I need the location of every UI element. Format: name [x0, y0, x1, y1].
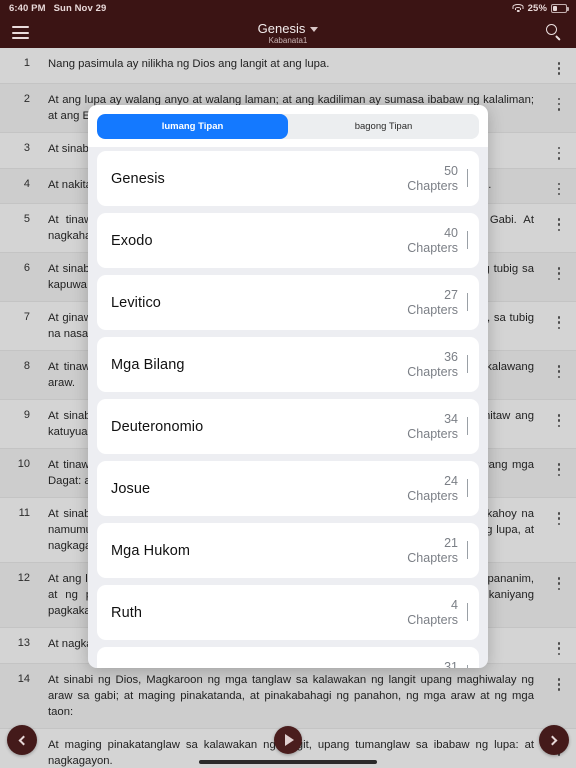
verse-number: 11	[18, 507, 30, 520]
verse-number: 10	[17, 458, 30, 471]
verse-options-icon[interactable]	[548, 92, 570, 111]
book-chapter-count: 27 Chapters	[407, 287, 458, 317]
book-chapter-count: 24 Chapters	[407, 473, 458, 503]
page-title: Genesis	[257, 20, 306, 36]
status-time: 6:40 PM	[9, 3, 46, 14]
hamburger-menu-icon[interactable]	[12, 26, 29, 39]
verse-options-icon[interactable]	[548, 408, 570, 428]
verse-options-icon[interactable]	[548, 457, 570, 477]
book-picker-modal: lumang Tipan bagong Tipan Genesis 50 Chapte…	[88, 105, 488, 668]
verse-number: 9	[23, 409, 30, 422]
chevron-right-icon	[467, 602, 468, 622]
chevron-right-icon	[467, 354, 468, 374]
book-chapter-count: 34 Chapters	[407, 411, 458, 441]
chevron-right-icon	[547, 735, 558, 745]
play-icon	[285, 734, 294, 746]
verse-options-icon[interactable]	[548, 141, 570, 160]
book-list-item[interactable]: 1 Samuel 31Chapters	[97, 647, 479, 668]
status-date: Sun Nov 29	[53, 3, 107, 14]
battery-percent-label: 25%	[527, 3, 547, 14]
chapter-subtitle: Kabanata1	[268, 35, 308, 45]
verse-text: At sinabi ng Dios, Magkaroon ng mga tang…	[48, 674, 534, 719]
verse-options-icon[interactable]	[548, 177, 570, 196]
verse-number: 5	[23, 213, 30, 226]
book-name: 1 Samuel	[111, 667, 407, 669]
chevron-right-icon	[467, 540, 468, 560]
book-name: Levitico	[111, 294, 161, 311]
verse-options-icon[interactable]	[548, 636, 570, 656]
testament-segmented-control: lumang Tipan bagong Tipan	[88, 105, 488, 147]
app-bar-title-block: Genesis Kabanata1	[0, 17, 576, 48]
verse-options-icon[interactable]	[548, 56, 570, 75]
search-icon[interactable]	[546, 23, 564, 42]
book-list-item[interactable]: Josue 24 Chapters	[97, 461, 479, 516]
book-chapter-count: 36 Chapters	[407, 349, 458, 379]
book-list-item[interactable]: Levitico 27 Chapters	[97, 275, 479, 330]
verse-number: 1	[23, 57, 30, 69]
book-name: Mga Hukom	[111, 542, 191, 559]
verse-options-icon[interactable]	[548, 310, 570, 330]
verse-row[interactable]: 1 Nang pasimula ay nilikha ng Dios ang la…	[0, 48, 576, 84]
book-selector-button[interactable]: Genesis	[258, 21, 319, 36]
book-list[interactable]: Genesis 50 Chapters Exodo 40 Chapters Levitico…	[88, 147, 488, 668]
status-bar-left: 6:40 PM Sun Nov 29	[9, 3, 106, 14]
book-list-item[interactable]: Ruth 4 Chapters	[97, 585, 479, 640]
chevron-right-icon	[467, 230, 468, 250]
verse-options-icon[interactable]	[548, 571, 570, 591]
book-list-item[interactable]: Genesis 50 Chapters	[97, 151, 479, 206]
previous-chapter-button[interactable]	[7, 725, 37, 755]
chevron-right-icon	[467, 478, 468, 498]
wifi-icon	[512, 4, 524, 13]
home-indicator	[199, 760, 377, 764]
book-name: Deuteronomio	[111, 418, 204, 435]
book-chapter-count: 40 Chapters	[407, 225, 458, 255]
verse-number: 12	[17, 572, 30, 585]
chevron-down-icon	[310, 26, 319, 32]
verse-number: 2	[23, 92, 30, 105]
next-chapter-button[interactable]	[539, 725, 569, 755]
chevron-left-icon	[18, 735, 29, 745]
app-bar: Genesis Kabanata1	[0, 17, 576, 48]
segment-lumang-tipan[interactable]: lumang Tipan	[97, 114, 288, 139]
book-name: Exodo	[111, 232, 153, 249]
verse-row[interactable]: 14 At sinabi ng Dios, Magkaroon ng mga ta…	[0, 664, 576, 730]
verse-number: 8	[23, 360, 30, 373]
book-chapter-count: 4 Chapters	[407, 597, 458, 627]
verse-number: 3	[23, 141, 30, 154]
chevron-right-icon	[467, 664, 468, 668]
verse-options-icon[interactable]	[548, 261, 570, 281]
verse-number: 14	[17, 673, 30, 686]
verse-number: 7	[23, 311, 30, 324]
status-bar: 6:40 PM Sun Nov 29 25%	[0, 0, 576, 17]
verse-options-icon[interactable]	[548, 506, 570, 526]
verse-number: 6	[23, 262, 30, 275]
verse-number: 13	[17, 637, 30, 650]
status-bar-right: 25%	[512, 3, 569, 14]
book-name: Ruth	[111, 604, 143, 621]
book-list-item[interactable]: Deuteronomio 34 Chapters	[97, 399, 479, 454]
chevron-right-icon	[467, 168, 468, 188]
chevron-right-icon	[467, 416, 468, 436]
book-list-item[interactable]: Mga Bilang 36 Chapters	[97, 337, 479, 392]
book-list-item[interactable]: Mga Hukom 21 Chapters	[97, 523, 479, 578]
book-name: Josue	[111, 480, 151, 497]
verse-options-icon[interactable]	[548, 212, 570, 232]
verse-options-icon[interactable]	[548, 672, 570, 691]
book-name: Mga Bilang	[111, 356, 185, 373]
chevron-right-icon	[467, 292, 468, 312]
play-audio-button[interactable]	[274, 726, 302, 754]
segmented-control: lumang Tipan bagong Tipan	[97, 114, 479, 139]
verse-number: 4	[23, 177, 30, 190]
verse-options-icon[interactable]	[548, 359, 570, 379]
book-name: Genesis	[111, 170, 165, 187]
book-chapter-count: 31Chapters	[444, 659, 458, 669]
book-list-item[interactable]: Exodo 40 Chapters	[97, 213, 479, 268]
battery-icon	[551, 4, 569, 13]
verse-text: Nang pasimula ay nilikha ng Dios ang lan…	[48, 58, 330, 70]
book-chapter-count: 50 Chapters	[407, 163, 458, 193]
segment-bagong-tipan[interactable]: bagong Tipan	[288, 114, 479, 139]
book-chapter-count: 21 Chapters	[407, 535, 458, 565]
